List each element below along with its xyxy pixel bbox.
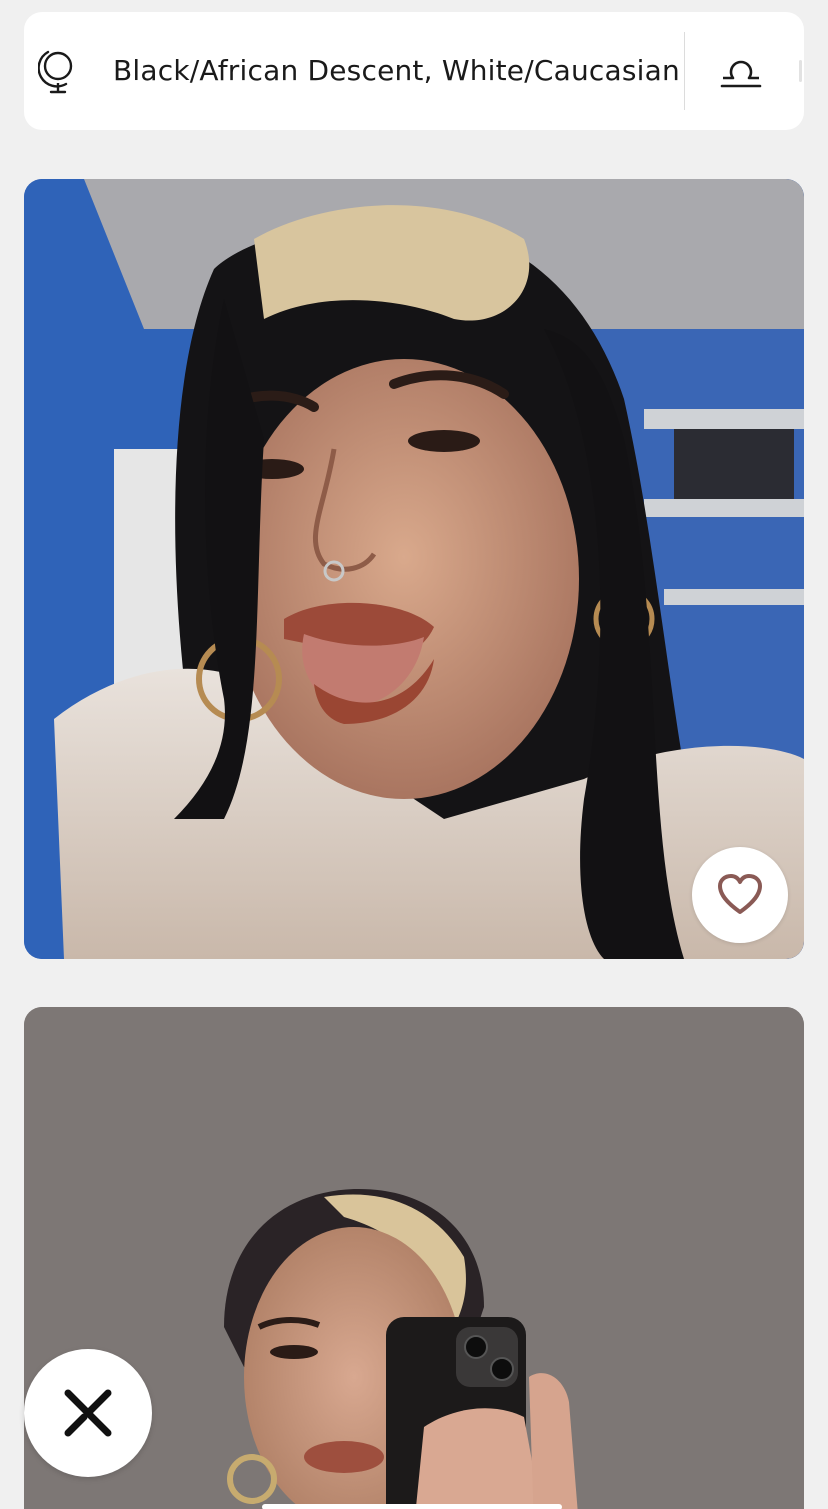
profile-screen: Black/African Descent, White/Caucasian <box>0 0 828 1509</box>
libra-icon <box>720 60 762 88</box>
globe-icon <box>38 50 73 94</box>
ethnicity-info-card: Black/African Descent, White/Caucasian <box>24 12 804 130</box>
photo-image <box>24 179 804 959</box>
horizontal-scroll-indicator <box>799 60 802 82</box>
home-indicator <box>262 1504 562 1509</box>
x-icon <box>64 1389 112 1437</box>
card-divider <box>684 32 685 110</box>
profile-photo-1[interactable] <box>24 179 804 959</box>
like-button[interactable] <box>692 847 788 943</box>
ethnicity-value: Black/African Descent, White/Caucasian <box>113 54 680 87</box>
heart-icon <box>718 874 762 914</box>
skip-button[interactable] <box>24 1349 152 1477</box>
